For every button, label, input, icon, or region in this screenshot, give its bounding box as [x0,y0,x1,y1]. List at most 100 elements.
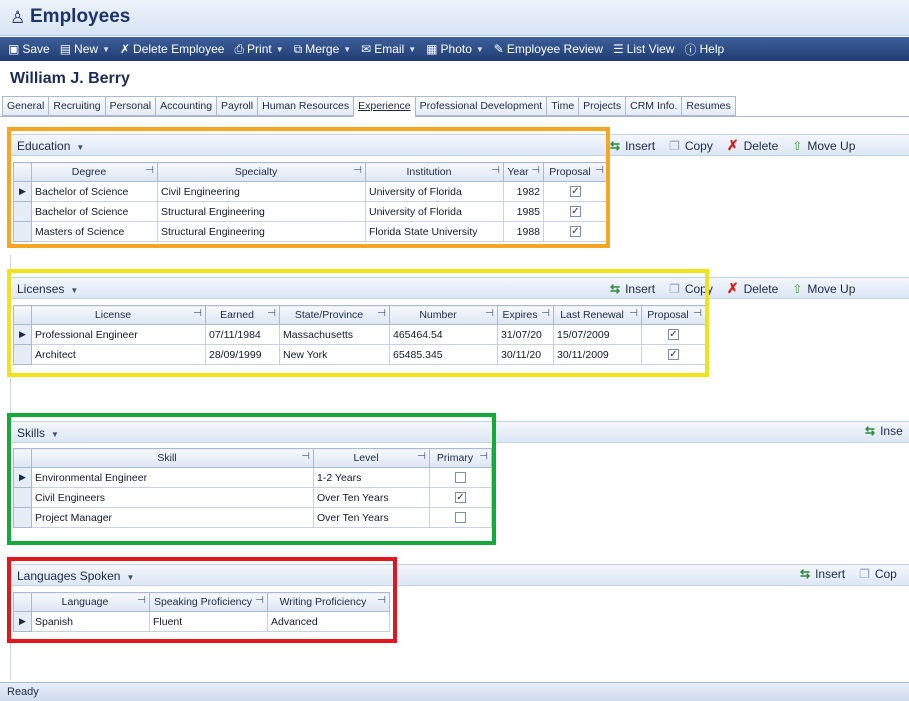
education-degree-cell[interactable]: Bachelor of Science [31,181,158,202]
licenses-col-number[interactable]: Number ⊣ [389,305,498,325]
skills-row[interactable]: ▶ Environmental Engineer 1-2 Years [13,467,492,488]
education-col-proposal[interactable]: Proposal ⊣ [543,162,608,182]
licenses-delete-button[interactable]: ✗ Delete [727,280,778,297]
licenses-renewal-cell[interactable]: 15/07/2009 [553,324,642,345]
pin-icon[interactable]: ⊣ [595,165,604,176]
skills-level-cell[interactable]: Over Ten Years [313,487,430,508]
licenses-license-cell[interactable]: Professional Engineer [31,324,206,345]
pin-icon[interactable]: ⊣ [301,451,310,462]
row-indicator[interactable] [13,201,32,222]
proposal-checkbox[interactable]: ✓ [570,226,581,238]
skills-row[interactable]: Civil Engineers Over Ten Years ✓ [13,487,492,508]
tab-time[interactable]: Time [546,96,579,116]
languages-title[interactable]: Languages Spoken ▼ [17,569,134,583]
education-degree-cell[interactable]: Masters of Science [31,221,158,242]
row-indicator[interactable] [13,507,32,528]
delete-employee-button[interactable]: ✗ Delete Employee [120,42,224,56]
education-col-institution[interactable]: Institution ⊣ [365,162,504,182]
licenses-copy-button[interactable]: ❐ Copy [669,282,713,296]
skills-col-primary[interactable]: Primary ⊣ [429,448,492,468]
print-button[interactable]: ⎙ Print ▼ [234,42,283,57]
licenses-earned-cell[interactable]: 07/11/1984 [205,324,280,345]
education-insert-button[interactable]: ⇆ Insert [610,139,655,153]
licenses-proposal-cell[interactable]: ✓ [641,324,706,345]
licenses-col-proposal[interactable]: Proposal ⊣ [641,305,706,325]
pin-icon[interactable]: ⊣ [137,595,146,606]
education-institution-cell[interactable]: University of Florida [365,201,504,222]
save-button[interactable]: ▣ Save [8,42,50,56]
tab-human-resources[interactable]: Human Resources [257,96,354,116]
languages-speaking-cell[interactable]: Fluent [149,611,268,632]
licenses-title[interactable]: Licenses ▼ [17,282,78,296]
skills-primary-cell[interactable] [429,507,492,528]
tab-professional-development[interactable]: Professional Development [414,96,547,116]
skills-level-cell[interactable]: Over Ten Years [313,507,430,528]
primary-checkbox[interactable] [455,472,466,484]
row-indicator[interactable]: ▶ [13,181,32,202]
pin-icon[interactable]: ⊣ [693,308,702,319]
tab-resumes[interactable]: Resumes [681,96,736,116]
education-specialty-cell[interactable]: Civil Engineering [157,181,366,202]
skills-col-level[interactable]: Level ⊣ [313,448,430,468]
licenses-move-up-button[interactable]: ⇧ Move Up [792,282,855,296]
languages-col-speaking-proficiency[interactable]: Speaking Proficiency ⊣ [149,592,268,612]
education-row[interactable]: Bachelor of Science Structural Engineerin… [13,201,608,222]
help-button[interactable]: ⓘ Help [684,41,724,58]
pin-icon[interactable]: ⊣ [417,451,426,462]
row-indicator[interactable] [13,221,32,242]
tab-personal[interactable]: Personal [104,96,156,116]
skills-skill-cell[interactable]: Civil Engineers [31,487,314,508]
pin-icon[interactable]: ⊣ [353,165,362,176]
education-col-specialty[interactable]: Specialty ⊣ [157,162,366,182]
licenses-col-expires[interactable]: Expires ⊣ [497,305,554,325]
education-proposal-cell[interactable]: ✓ [543,181,608,202]
licenses-col-last-renewal[interactable]: Last Renewal ⊣ [553,305,642,325]
skills-primary-cell[interactable]: ✓ [429,487,492,508]
pin-icon[interactable]: ⊣ [377,595,386,606]
email-button[interactable]: ✉ Email ▼ [361,42,416,56]
education-copy-button[interactable]: ❐ Copy [669,139,713,153]
row-indicator[interactable] [13,344,32,365]
pin-icon[interactable]: ⊣ [255,595,264,606]
tab-payroll[interactable]: Payroll [216,96,258,116]
new-button[interactable]: ▤ New ▼ [60,42,110,56]
education-proposal-cell[interactable]: ✓ [543,201,608,222]
pin-icon[interactable]: ⊣ [145,165,154,176]
tab-experience[interactable]: Experience [353,96,415,117]
licenses-col-license[interactable]: License ⊣ [31,305,206,325]
skills-primary-cell[interactable] [429,467,492,488]
pin-icon[interactable]: ⊣ [267,308,276,319]
licenses-row[interactable]: ▶ Professional Engineer 07/11/1984 Massachu… [13,324,706,345]
row-indicator[interactable]: ▶ [13,467,32,488]
licenses-expires-cell[interactable]: 30/11/20 [497,344,554,365]
tab-crm-info[interactable]: CRM Info. [625,96,682,116]
pin-icon[interactable]: ⊣ [531,165,540,176]
licenses-expires-cell[interactable]: 31/07/20 [497,324,554,345]
education-specialty-cell[interactable]: Structural Engineering [157,201,366,222]
tab-projects[interactable]: Projects [578,96,626,116]
licenses-state-cell[interactable]: Massachusetts [279,324,390,345]
education-specialty-cell[interactable]: Structural Engineering [157,221,366,242]
row-indicator[interactable] [13,487,32,508]
pin-icon[interactable]: ⊣ [629,308,638,319]
primary-checkbox[interactable] [455,512,466,524]
skills-level-cell[interactable]: 1-2 Years [313,467,430,488]
education-year-cell[interactable]: 1988 [503,221,544,242]
pin-icon[interactable]: ⊣ [491,165,500,176]
licenses-insert-button[interactable]: ⇆ Insert [610,282,655,296]
row-indicator[interactable]: ▶ [13,324,32,345]
languages-language-cell[interactable]: Spanish [31,611,150,632]
languages-insert-button[interactable]: ⇆ Insert [800,567,845,581]
languages-col-language[interactable]: Language ⊣ [31,592,150,612]
row-indicator[interactable]: ▶ [13,611,32,632]
skills-insert-button[interactable]: ⇆ Inse [865,424,903,438]
licenses-state-cell[interactable]: New York [279,344,390,365]
tab-accounting[interactable]: Accounting [155,96,217,116]
languages-copy-button[interactable]: ❐ Cop [859,567,897,581]
skills-row[interactable]: Project Manager Over Ten Years [13,507,492,528]
education-proposal-cell[interactable]: ✓ [543,221,608,242]
pin-icon[interactable]: ⊣ [541,308,550,319]
education-row[interactable]: ▶ Bachelor of Science Civil Engineering Uni… [13,181,608,202]
licenses-number-cell[interactable]: 65485.345 [389,344,498,365]
licenses-row[interactable]: Architect 28/09/1999 New York 65485.345 30/1… [13,344,706,365]
